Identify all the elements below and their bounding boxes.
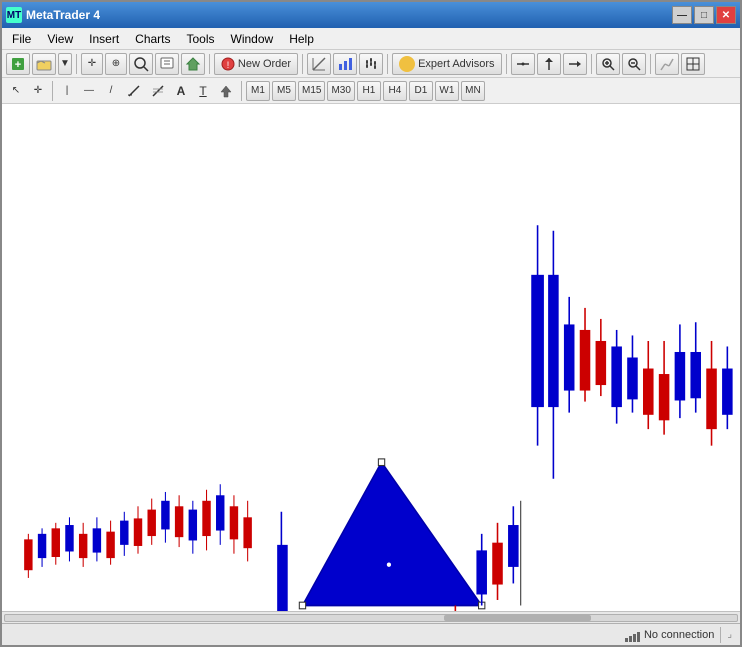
bar3 [633, 634, 636, 642]
expert-advisors-button[interactable]: Expert Advisors [392, 53, 501, 75]
title-bar-left: MT MetaTrader 4 [6, 7, 100, 23]
period-m15[interactable]: M15 [298, 81, 325, 101]
separator2 [209, 54, 210, 74]
menu-charts[interactable]: Charts [127, 30, 178, 48]
grid-btn[interactable] [681, 53, 705, 75]
menu-view[interactable]: View [39, 30, 81, 48]
zoom-in-chart-btn[interactable] [596, 53, 620, 75]
open-button[interactable] [32, 53, 56, 75]
cursor-tool[interactable]: ↖ [6, 81, 26, 101]
scrollbar-track[interactable] [4, 614, 738, 622]
svg-text:!: ! [227, 60, 230, 70]
chart-scrollbar[interactable] [2, 611, 740, 623]
horizontal-line-tool[interactable]: — [79, 81, 99, 101]
bar4 [637, 632, 640, 642]
period-m1[interactable]: M1 [246, 81, 270, 101]
separator4 [387, 54, 388, 74]
text-tool[interactable]: A [171, 81, 191, 101]
period-w1[interactable]: W1 [435, 81, 459, 101]
toolbar1: + ▼ ✛ ⊕ ! New Order [2, 50, 740, 78]
period-sep-btn[interactable] [511, 53, 535, 75]
menu-tools[interactable]: Tools [179, 30, 223, 48]
t2-sep1 [52, 81, 53, 101]
chart-icons-btn3[interactable] [359, 53, 383, 75]
svg-text:+: + [15, 59, 21, 71]
move-button[interactable]: ⊕ [105, 53, 127, 75]
separator7 [650, 54, 651, 74]
crosshair-button[interactable]: ✛ [81, 53, 103, 75]
text-label-tool[interactable]: T [193, 81, 213, 101]
chart-canvas [2, 104, 740, 611]
bar2 [629, 636, 632, 642]
chart-shift-btn[interactable] [537, 53, 561, 75]
scrollbar-thumb[interactable] [444, 615, 590, 621]
title-bar-buttons: — □ ✕ [672, 6, 736, 24]
period-h1[interactable]: H1 [357, 81, 381, 101]
menu-insert[interactable]: Insert [81, 30, 127, 48]
period-mn[interactable]: MN [461, 81, 485, 101]
title-bar: MT MetaTrader 4 — □ ✕ [2, 2, 740, 28]
separator5 [506, 54, 507, 74]
fibonacci-tool[interactable] [147, 81, 169, 101]
new-chart-button[interactable]: + [6, 53, 30, 75]
vertical-line-tool[interactable]: | [57, 81, 77, 101]
menu-help[interactable]: Help [281, 30, 322, 48]
zoom-in-button[interactable] [129, 53, 153, 75]
close-button[interactable]: ✕ [716, 6, 736, 24]
t2-sep2 [241, 81, 242, 101]
resize-grip[interactable]: ⌟ [727, 629, 732, 640]
arrow-tool[interactable] [215, 81, 237, 101]
period-m5[interactable]: M5 [272, 81, 296, 101]
period-m30[interactable]: M30 [327, 81, 354, 101]
separator1 [76, 54, 77, 74]
zoom-out-chart-btn[interactable] [622, 53, 646, 75]
expert-advisors-icon [399, 56, 415, 72]
toolbar2: ↖ ✛ | — / A T M1 M5 M15 M30 H1 H4 D1 W1 … [2, 78, 740, 104]
chart-area[interactable]: Triangle [2, 104, 740, 611]
window-title: MetaTrader 4 [26, 8, 100, 22]
menu-file[interactable]: File [4, 30, 39, 48]
separator6 [591, 54, 592, 74]
separator3 [302, 54, 303, 74]
connection-status: No connection [625, 628, 714, 642]
connection-text: No connection [644, 629, 714, 641]
dropdown-arrow[interactable]: ▼ [58, 53, 72, 75]
crosshair-tool[interactable]: ✛ [28, 81, 48, 101]
template-button[interactable] [181, 53, 205, 75]
period-h4[interactable]: H4 [383, 81, 407, 101]
auto-scroll-btn[interactable] [563, 53, 587, 75]
chart-icons-btn1[interactable] [307, 53, 331, 75]
app-icon: MT [6, 7, 22, 23]
signal-bars-icon [625, 628, 640, 642]
main-window: MT MetaTrader 4 — □ ✕ File View Insert C… [0, 0, 742, 647]
menu-bar: File View Insert Charts Tools Window Hel… [2, 28, 740, 50]
menu-window[interactable]: Window [223, 30, 282, 48]
new-order-button[interactable]: ! New Order [214, 53, 298, 75]
status-bar: No connection ⌟ [2, 623, 740, 645]
bar1 [625, 638, 628, 642]
angle-line-tool[interactable] [123, 81, 145, 101]
maximize-button[interactable]: □ [694, 6, 714, 24]
indicator-btn[interactable] [655, 53, 679, 75]
status-divider [720, 627, 721, 643]
period-d1[interactable]: D1 [409, 81, 433, 101]
trend-line-tool[interactable]: / [101, 81, 121, 101]
chart-icons-btn2[interactable] [333, 53, 357, 75]
properties-button[interactable] [155, 53, 179, 75]
minimize-button[interactable]: — [672, 6, 692, 24]
